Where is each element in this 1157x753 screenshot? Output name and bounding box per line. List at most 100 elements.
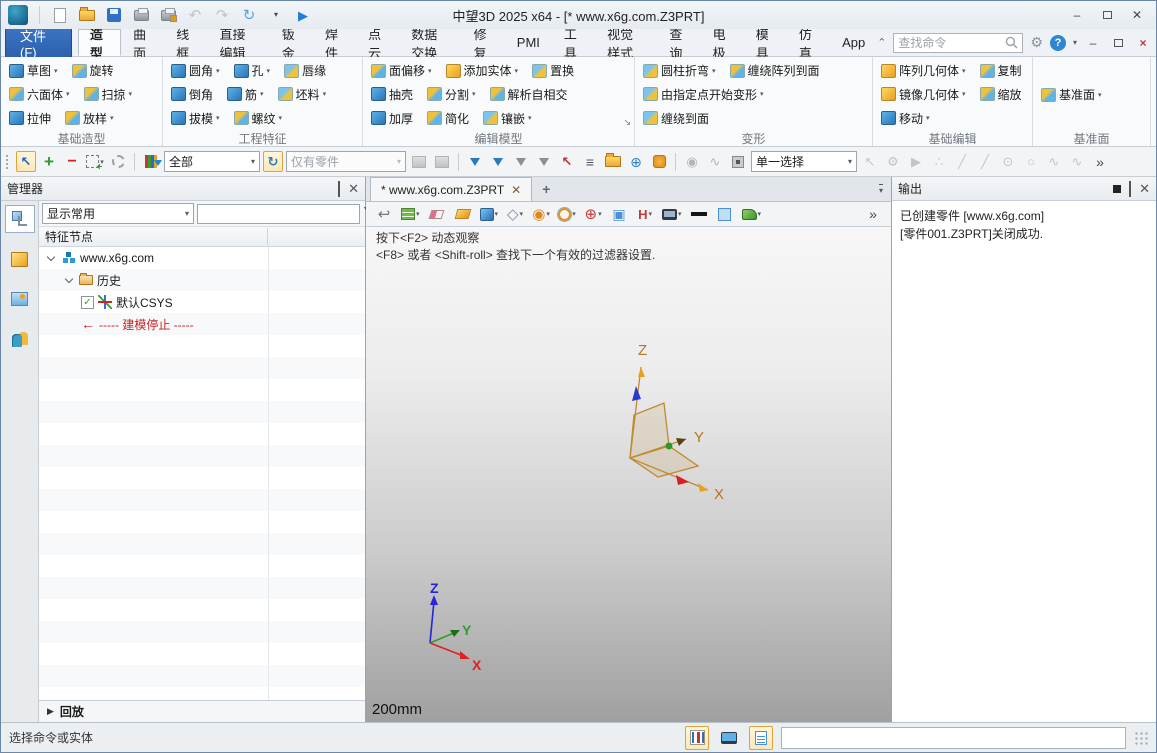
background-color-icon[interactable]: ▾ (661, 204, 683, 225)
doc-restore-button[interactable] (1109, 33, 1127, 53)
tab-list-icon[interactable]: ▾ (879, 184, 883, 195)
drag-mode-icon[interactable] (649, 151, 669, 172)
display-filter-combo[interactable]: 显示常用▾ (42, 203, 194, 224)
regen-icon[interactable]: ↻ (239, 5, 259, 26)
status-display-icon[interactable] (717, 726, 741, 750)
ribbon-button-缠绕到面[interactable]: 缠绕到面 (639, 109, 713, 128)
menu-tab-线框[interactable]: 线框 (164, 29, 207, 56)
ribbon-button-简化[interactable]: 简化 (423, 109, 473, 128)
ribbon-button-旋转[interactable]: 旋转 (68, 61, 118, 80)
lasso-select-icon[interactable] (108, 151, 128, 172)
menu-tab-模具[interactable]: 模具 (744, 29, 787, 56)
ribbon-button-移动[interactable]: 移动▾ (877, 109, 934, 128)
tree-item-www.x6g.com[interactable]: www.x6g.com (39, 247, 365, 269)
filter-apply-icon[interactable]: ↻ (263, 151, 283, 172)
menu-tab-数据交换[interactable]: 数据交换 (399, 29, 461, 56)
filter-shape2-icon[interactable] (488, 151, 508, 172)
ribbon-button-六面体[interactable]: 六面体▾ (5, 85, 74, 104)
doc-close-button[interactable]: × (1134, 33, 1152, 53)
minimize-button[interactable]: – (1064, 5, 1090, 25)
expander-icon[interactable] (63, 279, 75, 282)
ribbon-button-倒角[interactable]: 倒角 (167, 85, 217, 104)
dialog-launcher-icon[interactable]: ↘ (623, 117, 631, 128)
menu-tab-焊件[interactable]: 焊件 (313, 29, 356, 56)
section-view-icon[interactable]: ◉▾ (531, 204, 551, 225)
pin-icon[interactable] (1113, 185, 1121, 193)
ribbon-button-缠绕阵列到面[interactable]: 缠绕阵列到面 (726, 61, 824, 80)
wireframe-display-icon[interactable]: ◇▾ (505, 204, 525, 225)
menu-tab-仿真[interactable]: 仿真 (787, 29, 830, 56)
ribbon-button-镜像几何体[interactable]: 镜像几何体▾ (877, 85, 970, 104)
ribbon-button-阵列几何体[interactable]: 阵列几何体▾ (877, 61, 970, 80)
ribbon-button-加厚[interactable]: 加厚 (367, 109, 417, 128)
status-prompt-icon[interactable] (685, 726, 709, 750)
datum-plane-icon[interactable] (453, 204, 473, 225)
maximize-button[interactable] (1094, 5, 1120, 25)
resize-grip[interactable] (1134, 731, 1148, 745)
ribbon-button-缩放[interactable]: 缩放 (976, 85, 1026, 104)
qat-customize-icon[interactable]: ▾ (266, 5, 286, 26)
ribbon-button-孔[interactable]: 孔▾ (230, 61, 275, 80)
toolbar-grip[interactable] (5, 154, 9, 170)
menu-tab-点云[interactable]: 点云 (356, 29, 399, 56)
menu-tab-电极[interactable]: 电极 (701, 29, 744, 56)
ribbon-button-分割[interactable]: 分割▾ (423, 85, 480, 104)
menu-tab-直接编辑[interactable]: 直接编辑 (207, 29, 269, 56)
menu-tab-App[interactable]: App (830, 29, 877, 56)
ribbon-button-圆角[interactable]: 圆角▾ (167, 61, 224, 80)
ribbon-button-拔模[interactable]: 拔模▾ (167, 109, 224, 128)
doc-minimize-button[interactable]: – (1084, 33, 1102, 53)
selection-list-icon[interactable]: ≡ (580, 151, 600, 172)
menu-tab-钣金[interactable]: 钣金 (270, 29, 313, 56)
tree-column-header[interactable]: 特征节点 (39, 227, 365, 247)
manager-tab-visual[interactable] (5, 285, 35, 313)
viewport-overflow-icon[interactable]: » (863, 204, 883, 225)
pick-cursor-icon[interactable]: ↖ (16, 151, 36, 172)
ribbon-button-复制[interactable]: 复制 (976, 61, 1026, 80)
line-width-icon[interactable] (689, 204, 709, 225)
toolbar-overflow-icon[interactable]: » (1090, 151, 1110, 172)
zw3d-logo-icon[interactable] (7, 5, 29, 26)
menu-tab-造型[interactable]: 造型 (78, 29, 121, 56)
continue-icon[interactable]: ▶ (293, 5, 313, 26)
menu-tab-视觉样式[interactable]: 视觉样式 (595, 29, 657, 56)
erase-icon[interactable] (427, 204, 447, 225)
ribbon-button-圆柱折弯[interactable]: 圆柱折弯▾ (639, 61, 720, 80)
output-close-button[interactable]: ✕ (1139, 182, 1150, 195)
remove-selection-icon[interactable]: − (62, 151, 82, 172)
ribbon-button-解析自相交[interactable]: 解析自相交 (486, 85, 572, 104)
help-dropdown-icon[interactable]: ▾ (1073, 38, 1077, 47)
ribbon-button-添加实体[interactable]: 添加实体▾ (442, 61, 523, 80)
command-search-input[interactable] (898, 36, 1005, 50)
hatch-display-icon[interactable]: H▾ (635, 204, 655, 225)
save-icon[interactable] (104, 5, 124, 26)
face-color-icon[interactable] (715, 204, 735, 225)
settings-gear-icon[interactable]: ⚙ (1030, 34, 1043, 51)
viewport-canvas[interactable]: 按下<F2> 动态观察 <F8> 或者 <Shift-roll> 查找下一个有效… (366, 227, 891, 722)
menu-tab-曲面[interactable]: 曲面 (121, 29, 164, 56)
entity-filter-combo[interactable]: 全部▾ (164, 151, 260, 172)
manager-tab-solid[interactable] (5, 245, 35, 273)
ribbon-button-基准面[interactable]: 基准面▾ (1037, 85, 1106, 104)
ribbon-button-草图[interactable]: 草图▾ (5, 61, 62, 80)
menu-tab-PMI[interactable]: PMI (505, 29, 552, 56)
manager-restore-button[interactable] (338, 182, 340, 196)
ribbon-button-拉伸[interactable]: 拉伸 (5, 109, 55, 128)
document-tab[interactable]: * www.x6g.com.Z3PRT ✕ (370, 177, 532, 201)
exit-icon[interactable]: ↩ (374, 204, 394, 225)
status-notes-icon[interactable] (749, 726, 773, 750)
open-file-icon[interactable] (77, 5, 97, 26)
ribbon-button-扫掠[interactable]: 扫掠▾ (80, 85, 137, 104)
view-orientation-icon[interactable]: ⊕▾ (583, 204, 603, 225)
filter-color-icon[interactable] (141, 151, 161, 172)
tab-close-icon[interactable]: ✕ (511, 183, 521, 197)
tree-item------ 建模停止 -----[interactable]: ←----- 建模停止 ----- (39, 313, 365, 335)
replay-section[interactable]: ▶ 回放 (39, 700, 365, 722)
checkbox-checked[interactable]: ✓ (81, 296, 94, 309)
part-library-icon[interactable] (603, 151, 623, 172)
ribbon-button-抽壳[interactable]: 抽壳 (367, 85, 417, 104)
filter-shape-icon[interactable] (465, 151, 485, 172)
window-zoom-icon[interactable]: ▣ (609, 204, 629, 225)
ribbon-button-面偏移[interactable]: 面偏移▾ (367, 61, 436, 80)
output-restore-button[interactable] (1129, 182, 1131, 196)
